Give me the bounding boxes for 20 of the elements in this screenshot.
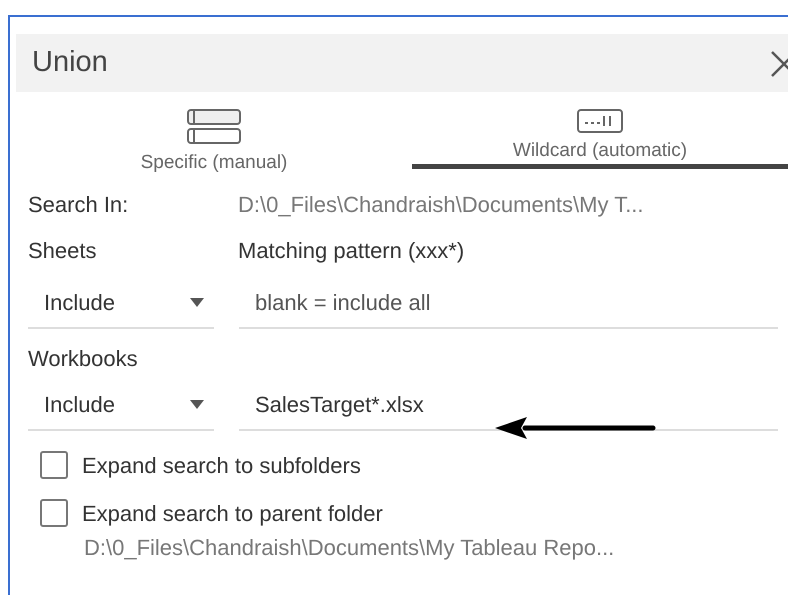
close-icon[interactable] bbox=[770, 49, 788, 77]
mode-tab[interactable]: Wildcard (automatic) bbox=[412, 109, 788, 169]
pattern-field[interactable]: blank = include all bbox=[239, 286, 778, 329]
field-label: Search In: bbox=[28, 190, 130, 218]
window-title: Union bbox=[32, 45, 108, 80]
include-dropdown[interactable]: Include bbox=[28, 286, 214, 329]
caret-icon bbox=[190, 298, 204, 307]
field-label: Sheets bbox=[28, 236, 98, 264]
checkbox-label: Expand search to parent folder bbox=[82, 500, 383, 528]
rows-icon bbox=[187, 109, 241, 145]
wildcard-icon bbox=[577, 109, 623, 133]
folder-path: D:\0_Files\Chandraish\Documents\My Tableau Repo... bbox=[84, 534, 616, 562]
field-label: Workbooks bbox=[28, 344, 139, 372]
folder-path: D:\0_Files\Chandraish\Documents\My T... bbox=[238, 190, 644, 219]
caret-icon bbox=[190, 400, 204, 409]
checkbox[interactable] bbox=[40, 499, 68, 527]
field-label: Matching pattern (xxx*) bbox=[238, 236, 464, 265]
checkbox[interactable] bbox=[40, 451, 68, 479]
checkbox-label: Expand search to subfolders bbox=[82, 452, 361, 480]
include-dropdown[interactable]: Include bbox=[28, 388, 214, 431]
